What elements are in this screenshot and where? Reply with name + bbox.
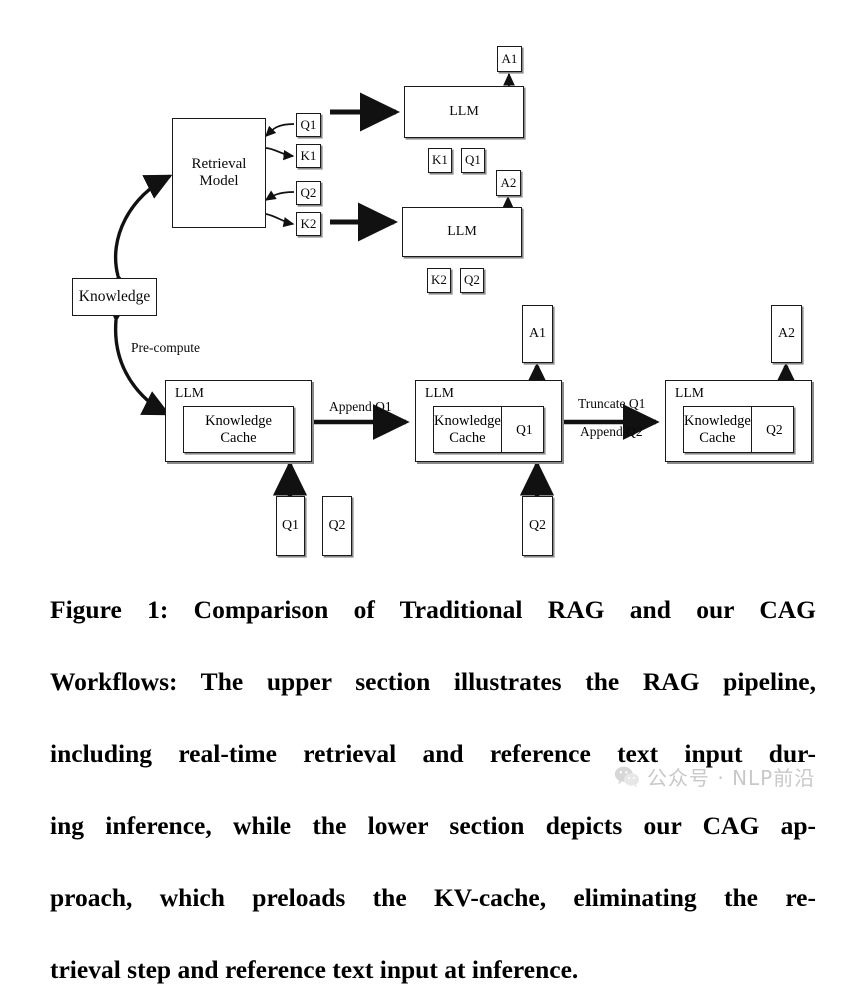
retrieval-chip-k1: K1: [296, 144, 321, 168]
cag-knowledge-cache-stage3: Knowledge Cache: [684, 407, 751, 452]
knowledge-box-label: Knowledge: [78, 288, 151, 306]
cag-cache-query-stage3-label: Q2: [766, 421, 783, 437]
cag-knowledge-cache-stage3-line2: Cache: [699, 429, 736, 446]
rag-input-q1-label: Q1: [465, 152, 481, 168]
edge-q2-to-retrieval: [264, 190, 295, 201]
cag-llm-stage1-label: LLM: [175, 385, 205, 400]
retrieval-chip-k1-label: K1: [300, 147, 317, 163]
cag-input-slab-q2: Q2: [322, 496, 352, 556]
cag-knowledge-cache-stage1-line1: Knowledge: [205, 413, 272, 430]
retrieval-chip-q1: Q1: [296, 113, 321, 137]
cag-cache-row-stage2: Knowledge Cache Q1: [433, 406, 544, 453]
cag-cache-row-stage3: Knowledge Cache Q2: [683, 406, 794, 453]
cag-answer-a1-label: A1: [528, 326, 547, 342]
caption-line-1: Figure 1: Comparison of Traditional RAG …: [50, 595, 816, 624]
cag-knowledge-cache-stage2-line1: Knowledge: [434, 413, 501, 430]
cag-llm-stage3: LLM Knowledge Cache Q2: [665, 380, 812, 462]
rag-input-k2-label: K2: [431, 272, 447, 288]
edge-retrieval-to-k2: [265, 213, 295, 228]
diagram-canvas: A1 LLM K1 Q1 A2 LLM K2 Q2 Retrieval Mode…: [0, 0, 863, 580]
caption-line-4: ing inference, while the lower section d…: [50, 811, 816, 840]
edge-label-append-q2: Append Q2: [580, 424, 643, 439]
cag-knowledge-cache-stage1: Knowledge Cache: [184, 407, 293, 452]
cag-llm-stage3-label: LLM: [675, 385, 705, 400]
edge-label-truncate-q1: Truncate Q1: [578, 396, 646, 411]
retrieval-chip-q2-label: Q2: [300, 184, 317, 200]
rag-input-k1-label: K1: [432, 152, 448, 168]
figure-1-rag-vs-cag: A1 LLM K1 Q1 A2 LLM K2 Q2 Retrieval Mode…: [0, 0, 863, 984]
cag-knowledge-cache-stage2-line2: Cache: [449, 429, 486, 446]
cag-answer-a1: A1: [522, 305, 553, 363]
cag-llm-stage2-label: LLM: [425, 385, 455, 400]
caption-line-5: proach, which preloads the KV-cache, eli…: [50, 883, 816, 912]
cag-cache-query-stage2-label: Q1: [516, 421, 533, 437]
cag-knowledge-cache-stage2: Knowledge Cache: [434, 407, 501, 452]
rag-input-q2-label: Q2: [464, 272, 480, 288]
rag-llm-bottom-label: LLM: [447, 224, 477, 240]
cag-knowledge-cache-stage1-line2: Cache: [220, 429, 257, 446]
rag-input-k2: K2: [427, 268, 451, 293]
caption-line-6: trieval step and reference text input at…: [50, 955, 579, 984]
retrieval-model-label-line1: Retrieval: [191, 156, 247, 173]
rag-input-q1: Q1: [461, 148, 485, 173]
retrieval-model-box: Retrieval Model: [172, 118, 266, 228]
cag-input-slab-q1-label: Q1: [281, 518, 300, 534]
cag-llm-stage2: LLM Knowledge Cache Q1: [415, 380, 562, 462]
edge-retrieval-to-k1: [265, 147, 295, 161]
rag-llm-top: LLM: [404, 86, 524, 138]
retrieval-chip-q2: Q2: [296, 181, 321, 205]
knowledge-box: Knowledge: [72, 278, 157, 316]
cag-input-slab-q2-label: Q2: [328, 518, 346, 534]
rag-llm-top-label: LLM: [449, 104, 479, 120]
retrieval-chip-k2: K2: [296, 212, 321, 236]
cag-input-slab-q1: Q1: [276, 496, 305, 556]
cag-cache-query-stage3: Q2: [750, 407, 797, 452]
rag-answer-a1: A1: [497, 46, 522, 72]
cag-answer-a2-label: A2: [777, 326, 796, 342]
rag-answer-a1-label: A1: [501, 50, 518, 66]
edge-label-append-q1: Append Q1: [329, 399, 392, 414]
edge-q1-to-retrieval: [265, 123, 295, 137]
rag-answer-a2-label: A2: [500, 174, 517, 190]
retrieval-chip-k2-label: K2: [300, 215, 317, 231]
cag-llm-stage1: LLM Knowledge Cache: [165, 380, 312, 462]
cag-cache-query-stage2: Q1: [500, 407, 547, 452]
caption-line-2: Workflows: The upper section illustrates…: [50, 667, 816, 696]
rag-llm-bottom: LLM: [402, 207, 522, 257]
cag-cache-row-stage1: Knowledge Cache: [183, 406, 294, 453]
cag-answer-a2: A2: [771, 305, 802, 363]
rag-input-k1: K1: [428, 148, 452, 173]
rag-input-q2: Q2: [460, 268, 484, 293]
retrieval-chip-q1-label: Q1: [300, 116, 317, 132]
edge-label-precompute: Pre-compute: [131, 340, 200, 355]
caption-line-3: including real-time retrieval and refere…: [50, 739, 816, 768]
figure-caption: Figure 1: Comparison of Traditional RAG …: [50, 592, 816, 988]
cag-input-slab-q2-stage2: Q2: [522, 496, 553, 556]
cag-input-slab-q2-stage2-label: Q2: [528, 518, 547, 534]
edge-knowledge-retrieval-bidirectional: [111, 174, 173, 304]
retrieval-model-label-line2: Model: [199, 173, 239, 189]
cag-knowledge-cache-stage3-line1: Knowledge: [684, 413, 751, 430]
edge-knowledge-precompute-llm: [104, 294, 171, 416]
rag-answer-a2: A2: [496, 170, 521, 196]
